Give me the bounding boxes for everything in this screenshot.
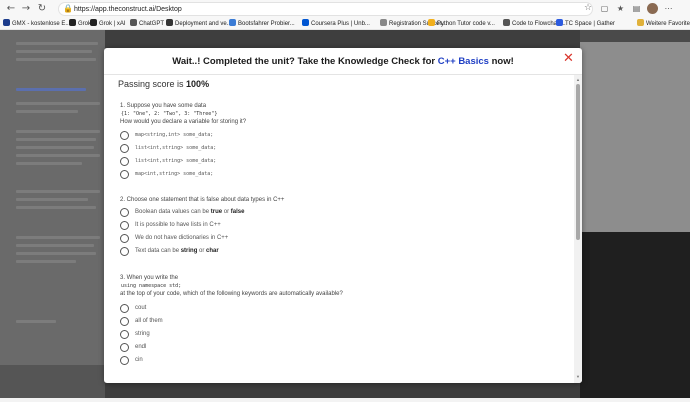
bookmark-favicon-icon <box>3 19 10 26</box>
bookmark-favicon-icon <box>166 19 173 26</box>
address-url: https://app.theconstruct.ai/Desktop <box>74 6 182 13</box>
bookmark-item[interactable]: Grok | xAI <box>90 19 126 29</box>
radio-button[interactable] <box>120 144 129 153</box>
bookmark-item[interactable]: TC Space | Gather <box>556 19 615 29</box>
bookmark-item[interactable]: Bootsfahrer Probier... <box>229 19 295 29</box>
notebook-panel <box>0 30 105 398</box>
simulation-panel <box>580 30 690 398</box>
bookmark-item[interactable]: Weitere Favoriten <box>637 19 690 29</box>
bookmark-favicon-icon <box>229 19 236 26</box>
bookmark-favicon-icon <box>380 19 387 26</box>
question-3-text: 3. When you write the <box>120 275 179 281</box>
bookmark-label: Python Tutor code v... <box>437 21 495 27</box>
quiz-body: Passing score is 100% 1. Suppose you hav… <box>118 79 343 365</box>
bookmark-label: Deployment and ve... <box>175 21 232 27</box>
radio-button[interactable] <box>120 317 129 326</box>
bookmark-label: Coursera Plus | Unb... <box>311 21 370 27</box>
bookmark-item[interactable]: Coursera Plus | Unb... <box>302 19 370 29</box>
profile-avatar[interactable] <box>647 3 658 14</box>
question-3-code: using namespace std; <box>121 283 182 289</box>
question-1-prompt: How would you declare a variable for sto… <box>120 119 247 125</box>
scrollbar-thumb[interactable] <box>576 84 580 240</box>
bookmarks-bar: GMX - kostenlose E... Grok Grok | xAI ChatG… <box>0 18 690 30</box>
radio-button[interactable] <box>120 343 129 352</box>
bookmark-favicon-icon <box>503 19 510 26</box>
knowledge-check-modal: Wait..! Completed the unit? Take the Kno… <box>104 48 582 383</box>
favorite-star-icon[interactable]: ☆ <box>584 3 592 13</box>
bookmark-label: TC Space | Gather <box>565 21 615 27</box>
question-1-code: {1: "One", 2: "Two", 3: "Three"} <box>121 111 218 117</box>
forward-icon[interactable]: → <box>20 3 32 15</box>
bookmark-favicon-icon <box>90 19 97 26</box>
radio-button[interactable] <box>120 157 129 166</box>
bookmark-label: Bootsfahrer Probier... <box>238 21 295 27</box>
scroll-up-icon[interactable]: ▲ <box>576 77 580 82</box>
notebook-bottom-bar <box>0 365 105 398</box>
question-1-text: 1. Suppose you have some data <box>120 103 207 109</box>
bookmark-item[interactable]: Grok <box>69 19 91 29</box>
menu-dots-icon[interactable]: ⋯ <box>664 4 673 13</box>
collections-icon[interactable]: ▤ <box>632 4 641 13</box>
bookmark-favicon-icon <box>428 19 435 26</box>
question-2-text: 2. Choose one statement that is false ab… <box>120 197 285 203</box>
bookmark-item[interactable]: ChatGPT <box>130 19 164 29</box>
radio-button[interactable] <box>120 170 129 179</box>
modal-header: Wait..! Completed the unit? Take the Kno… <box>104 48 582 75</box>
bookmark-item[interactable]: Deployment and ve... <box>166 19 232 29</box>
scroll-down-icon[interactable]: ▼ <box>576 374 580 379</box>
radio-button[interactable] <box>120 234 129 243</box>
bookmark-label: GMX - kostenlose E... <box>12 21 71 27</box>
bookmark-label: Weitere Favoriten <box>646 21 690 27</box>
reload-icon[interactable]: ↻ <box>36 3 48 15</box>
favorites-icon[interactable]: ★ <box>616 4 625 13</box>
radio-button[interactable] <box>120 208 129 217</box>
course-name: C++ Basics <box>437 56 489 67</box>
radio-button[interactable] <box>120 247 129 256</box>
radio-button[interactable] <box>120 131 129 140</box>
bookmark-item[interactable]: GMX - kostenlose E... <box>3 19 70 29</box>
radio-button[interactable] <box>120 356 129 365</box>
bookmark-favicon-icon <box>69 19 76 26</box>
radio-button[interactable] <box>120 304 129 313</box>
bookmark-favicon-icon <box>556 19 563 26</box>
bookmark-favicon-icon <box>302 19 309 26</box>
back-icon[interactable]: ← <box>5 3 17 15</box>
bookmark-item[interactable]: Python Tutor code v... <box>428 19 495 29</box>
bookmark-label: Grok | xAI <box>99 21 126 27</box>
address-bar[interactable]: 🔒 https://app.theconstruct.ai/Desktop <box>58 2 593 16</box>
radio-button[interactable] <box>120 221 129 230</box>
bookmark-favicon-icon <box>130 19 137 26</box>
split-screen-icon[interactable]: ▢ <box>600 4 609 13</box>
modal-title: Wait..! Completed the unit? Take the Kno… <box>172 56 514 67</box>
question-3-prompt: at the top of your code, which of the fo… <box>120 291 343 297</box>
passing-score: Passing score is 100% <box>118 79 210 89</box>
browser-toolbar: ← → ↻ 🔒 https://app.theconstruct.ai/Desk… <box>0 0 690 18</box>
lock-icon: 🔒 <box>63 4 73 13</box>
radio-button[interactable] <box>120 330 129 339</box>
bookmark-favicon-icon <box>637 19 644 26</box>
close-icon[interactable]: ✕ <box>563 52 575 66</box>
bookmark-label: ChatGPT <box>139 21 165 27</box>
